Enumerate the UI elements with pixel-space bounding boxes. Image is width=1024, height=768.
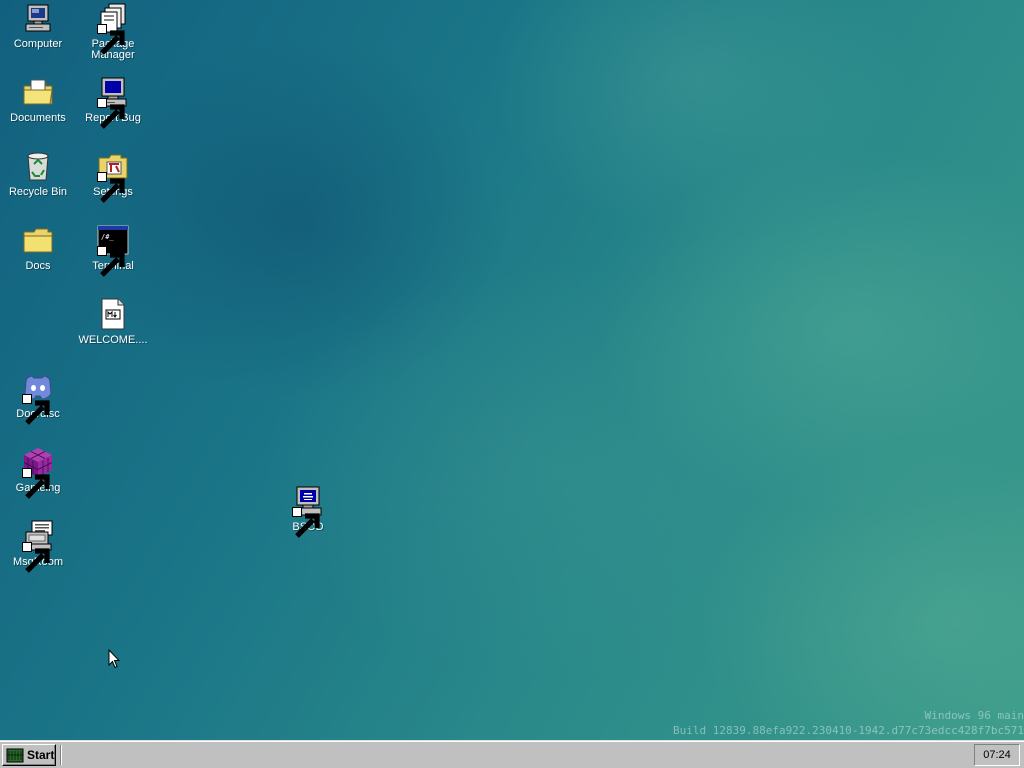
desktop-icon-label: Recycle Bin <box>8 186 68 198</box>
start-logo-icon <box>6 747 24 763</box>
markdown-file-icon <box>97 298 129 330</box>
package-manager-icon <box>97 2 129 55</box>
report-bug-computer-icon <box>97 76 129 129</box>
start-button[interactable]: Start <box>2 744 56 766</box>
desktop-icon-gameing[interactable]: Gameing <box>1 446 75 499</box>
build-watermark: Windows 96 main Build 12839.88efa922.230… <box>673 708 1024 738</box>
desktop: Computer Package Manager Documents Repor… <box>0 0 1024 740</box>
start-button-label: Start <box>27 748 55 762</box>
shortcut-arrow-icon <box>97 24 125 55</box>
desktop-icon-report-bug[interactable]: Report Bug <box>76 76 150 129</box>
documents-folder-icon <box>22 76 54 108</box>
desktop-icon-msgroom[interactable]: MsgRoom <box>1 520 75 573</box>
shortcut-arrow-icon <box>97 246 125 277</box>
shortcut-arrow-icon <box>22 394 50 425</box>
svg-text:/#_: /#_ <box>101 233 114 241</box>
shortcut-arrow-icon <box>97 98 125 129</box>
desktop-icon-settings[interactable]: Settings <box>76 150 150 203</box>
desktop-icon-terminal[interactable]: /#_ Terminal <box>76 224 150 277</box>
desktop-icon-label: Computer <box>13 38 63 50</box>
mouse-cursor-icon <box>108 648 121 669</box>
settings-folder-icon <box>97 150 129 203</box>
taskbar: Start 07:24 <box>0 740 1024 768</box>
computer-icon <box>22 2 54 34</box>
bsod-computer-icon <box>292 485 324 538</box>
shortcut-arrow-icon <box>292 507 320 538</box>
desktop-icon-doordisc[interactable]: Doordisc <box>1 372 75 425</box>
desktop-icon-recycle-bin[interactable]: Recycle Bin <box>1 150 75 198</box>
shortcut-arrow-icon <box>22 542 50 573</box>
desktop-icon-label: Documents <box>10 112 66 124</box>
msgroom-icon <box>22 520 54 573</box>
desktop-icon-package-manager[interactable]: Package Manager <box>76 2 150 61</box>
watermark-build: Build 12839.88efa922.230410-1942.d77c73e… <box>673 724 1024 737</box>
desktop-icon-label: WELCOME.... <box>78 334 148 346</box>
clock[interactable]: 07:24 <box>983 749 1011 761</box>
desktop-icon-bsod[interactable]: BSOD <box>271 485 345 538</box>
desktop-icon-computer[interactable]: Computer <box>1 2 75 50</box>
terminal-icon: /#_ <box>97 224 129 277</box>
taskbar-separator <box>60 745 62 765</box>
desktop-icon-docs[interactable]: Docs <box>1 224 75 272</box>
watermark-os-name: Windows 96 main <box>924 709 1024 722</box>
desktop-icon-welcome[interactable]: WELCOME.... <box>76 298 150 346</box>
recycle-bin-icon <box>22 150 54 182</box>
shortcut-arrow-icon <box>22 468 50 499</box>
gameing-cube-icon <box>22 446 54 499</box>
doordisc-chat-icon <box>22 372 54 425</box>
system-tray: 07:24 <box>974 744 1020 766</box>
desktop-icon-label: Docs <box>25 260 51 272</box>
shortcut-arrow-icon <box>97 172 125 203</box>
folder-icon <box>22 224 54 256</box>
desktop-icon-documents[interactable]: Documents <box>1 76 75 124</box>
